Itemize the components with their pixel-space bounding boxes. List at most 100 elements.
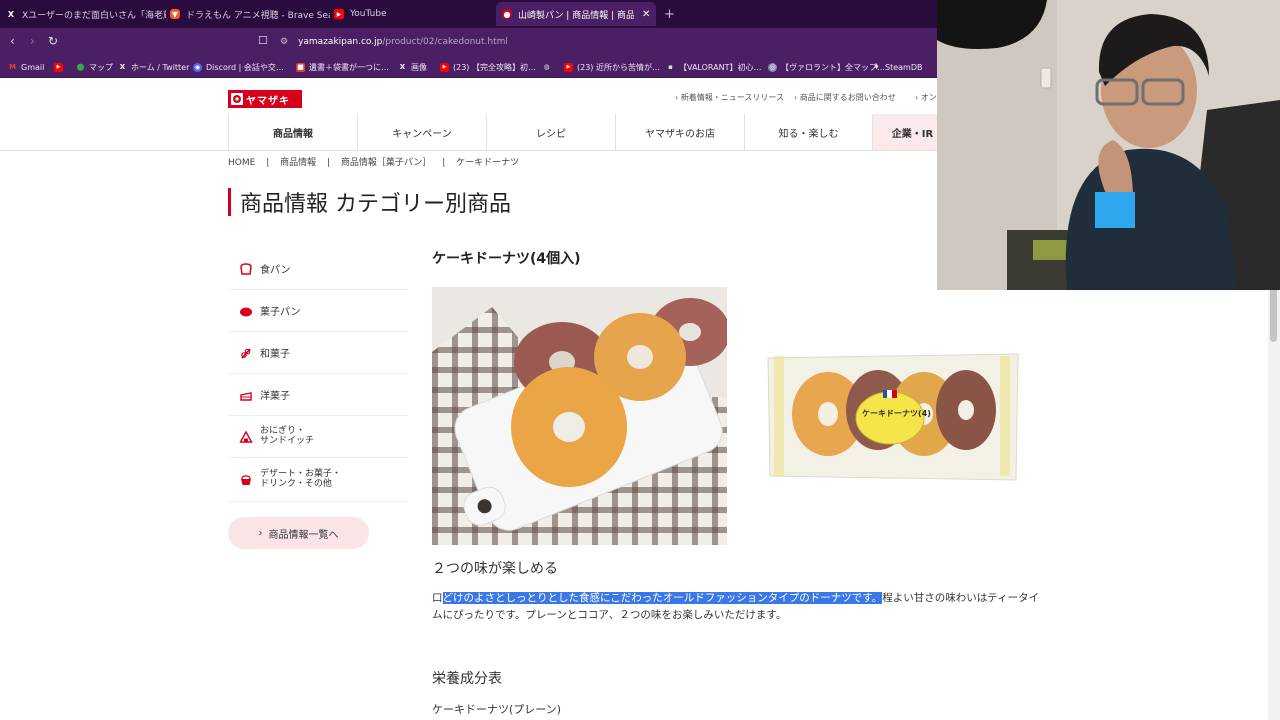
sidebar-item-label: 和菓子 xyxy=(260,349,290,360)
dessert-icon xyxy=(238,472,254,488)
sidebar-item-bread[interactable]: 食パン xyxy=(228,248,408,290)
bookmark-icon: ◎ xyxy=(768,62,777,72)
bookmark-youtube[interactable]: ▶ xyxy=(54,60,67,74)
bread-icon xyxy=(238,261,254,277)
breadcrumb-products[interactable]: 商品情報 xyxy=(280,158,316,168)
youtube-icon: ▶ xyxy=(334,9,344,19)
nav-label: 知る・楽しむ xyxy=(778,128,839,140)
sweet-bun-icon xyxy=(238,303,254,319)
util-link-label: オン xyxy=(920,93,937,102)
maps-icon: ⬤ xyxy=(76,63,85,71)
nutrition-heading: 栄養成分表 xyxy=(432,671,502,687)
x-icon: X xyxy=(119,63,126,71)
breadcrumb: HOME | 商品情報 | 商品情報［菓子パン］ | ケーキドーナツ xyxy=(228,155,519,168)
nav-products[interactable]: 商品情報 xyxy=(228,114,357,150)
bookmark-label: 【VALORANT】初心… xyxy=(679,62,762,72)
breadcrumb-home[interactable]: HOME xyxy=(228,158,255,168)
bookmark-page-icon[interactable]: ☐ xyxy=(258,34,268,47)
logo-mark-icon xyxy=(231,93,243,105)
util-link-inquiry[interactable]: › 商品に関するお問い合わせ xyxy=(794,92,896,103)
bookmark-gmail[interactable]: M Gmail xyxy=(8,60,44,74)
x-icon: X xyxy=(7,9,15,19)
nav-recipe[interactable]: レシピ xyxy=(486,114,615,150)
youtube-icon: ▶ xyxy=(440,62,449,72)
bookmark-discord[interactable]: ◉ Discord | 会話や交… xyxy=(193,60,284,74)
bookmark-images[interactable]: X 画像 xyxy=(398,60,427,74)
util-link-news[interactable]: › 新着情報・ニュースリリース xyxy=(675,92,784,103)
webcam-overlay xyxy=(937,0,1280,290)
yamazaki-logo[interactable]: ヤマザキ xyxy=(228,90,302,108)
bookmark-label: Discord | 会話や交… xyxy=(206,62,284,72)
steam-icon: ♦ xyxy=(873,63,880,71)
sidebar-item-onigiri[interactable]: おにぎり・ サンドイッチ xyxy=(228,416,408,458)
sidebar-item-dessert[interactable]: デザート・お菓子・ ドリンク・その他 xyxy=(228,458,408,502)
sidebar-item-label: 洋菓子 xyxy=(260,391,290,402)
forward-icon[interactable]: › xyxy=(30,34,35,48)
wagashi-icon xyxy=(238,345,254,361)
nav-campaign[interactable]: キャンペーン xyxy=(357,114,486,150)
bookmark-label: (23) 【完全攻略】初… xyxy=(453,62,536,72)
product-subheading: ２つの味が楽しめる xyxy=(432,561,558,577)
bookmark-youtube-complaint[interactable]: ▶ (23) 近所から苦情が… xyxy=(564,60,660,74)
product-list-button-label: 商品情報一覧へ xyxy=(268,529,339,541)
bookmark-youtube-guide[interactable]: ▶ (23) 【完全攻略】初… xyxy=(440,60,536,74)
bookmark-label: 【ヴァロラント】全マップ… xyxy=(781,62,885,72)
page-title-text: 商品情報 カテゴリー別商品 xyxy=(240,192,511,217)
tab-label: Xユーザーのまだ面白いさん「海老蔵が下」 xyxy=(22,10,166,21)
breadcrumb-sweet-bread[interactable]: 商品情報［菓子パン］ xyxy=(341,158,431,168)
new-tab-button[interactable]: + xyxy=(664,2,678,26)
tab-label: ドラえもん アニメ視聴 - Brave Search xyxy=(186,10,330,21)
back-icon[interactable]: ‹ xyxy=(10,34,15,48)
bookmark-isho[interactable]: ■ 遺書＋袋書が一つに… xyxy=(296,60,389,74)
sidebar-item-label: デザート・お菓子・ ドリンク・その他 xyxy=(260,469,342,489)
breadcrumb-separator: | xyxy=(266,158,270,168)
product-description: 口どけのよさとしっとりとした食感にこだわったオールドファッションタイプのドーナツ… xyxy=(432,590,1048,624)
description-selected-text: どけのよさとしっとりとした食感にこだわったオールドファッションタイプのドーナツで… xyxy=(442,592,883,604)
product-list-button[interactable]: › 商品情報一覧へ xyxy=(228,517,369,549)
site-info-icon[interactable]: ⚙ xyxy=(280,37,288,47)
nav-stores[interactable]: ヤマザキのお店 xyxy=(615,114,744,150)
bookmark-steamdb[interactable]: ♦ SteamDB xyxy=(872,60,922,74)
product-package-photo: ケーキドーナツ(4) xyxy=(766,352,1020,482)
address-domain: yamazakipan.co.jp xyxy=(298,37,383,47)
chevron-right-icon: › xyxy=(258,527,263,539)
tab-youtube[interactable]: ▶ YouTube xyxy=(334,2,484,26)
address-path: /product/02/cakedonut.html xyxy=(382,37,508,47)
nutrition-subheading: ケーキドーナツ(プレーン) xyxy=(432,703,562,716)
breadcrumb-current: ケーキドーナツ xyxy=(456,158,520,168)
gmail-icon: M xyxy=(9,63,16,71)
bookmark-label: SteamDB xyxy=(885,62,923,72)
globe-icon: ◍ xyxy=(543,63,550,71)
sidebar-item-sweet-bun[interactable]: 菓子パン xyxy=(228,290,408,332)
tab-yamazaki-active[interactable]: ● 山崎製パン | 商品情報 | 商品情報 ✕ xyxy=(496,2,656,26)
nav-learn-enjoy[interactable]: 知る・楽しむ xyxy=(744,114,872,150)
address-bar[interactable]: ⚙ yamazakipan.co.jp /product/02/cakedonu… xyxy=(280,32,920,52)
bookmark-maps[interactable]: ⬤ マップ xyxy=(76,60,113,74)
bookmark-label: 遺書＋袋書が一つに… xyxy=(309,62,389,72)
breadcrumb-separator: | xyxy=(442,158,446,168)
util-link-label: 新着情報・ニュースリリース xyxy=(680,93,784,102)
page-title: 商品情報 カテゴリー別商品 xyxy=(228,188,511,217)
cake-icon xyxy=(238,387,254,403)
bookmark-twitter-home[interactable]: X ホーム / Twitter xyxy=(118,60,190,74)
tab-x-post[interactable]: X Xユーザーのまだ面白いさん「海老蔵が下」 xyxy=(6,2,166,26)
bookmark-valorant-beginner[interactable]: ▪ 【VALORANT】初心… xyxy=(666,60,761,74)
sidebar-item-wagashi[interactable]: 和菓子 xyxy=(228,332,408,374)
bookmark-label: 画像 xyxy=(411,62,427,72)
tab-label: 山崎製パン | 商品情報 | 商品情報 xyxy=(518,10,634,21)
tab-brave-search[interactable]: ▼ ドラえもん アニメ視聴 - Brave Search xyxy=(170,2,330,26)
bookmark-globe[interactable]: ◍ xyxy=(542,60,555,74)
package-label: ケーキドーナツ(4) xyxy=(862,409,931,418)
nav-label: レシピ xyxy=(536,128,566,140)
bookmark-icon: ■ xyxy=(296,62,305,72)
yamazaki-icon: ● xyxy=(502,9,512,19)
bookmark-label: マップ xyxy=(89,62,113,72)
util-link-online[interactable]: › オン xyxy=(915,92,937,103)
onigiri-icon xyxy=(238,429,254,445)
description-first-char: 口 xyxy=(432,592,443,604)
donut-photo-image xyxy=(432,287,727,545)
bookmark-valorant-maps[interactable]: ◎ 【ヴァロラント】全マップ… xyxy=(768,60,885,74)
sidebar-item-cake[interactable]: 洋菓子 xyxy=(228,374,408,416)
close-tab-icon[interactable]: ✕ xyxy=(642,9,650,20)
reload-icon[interactable]: ↻ xyxy=(48,34,58,48)
